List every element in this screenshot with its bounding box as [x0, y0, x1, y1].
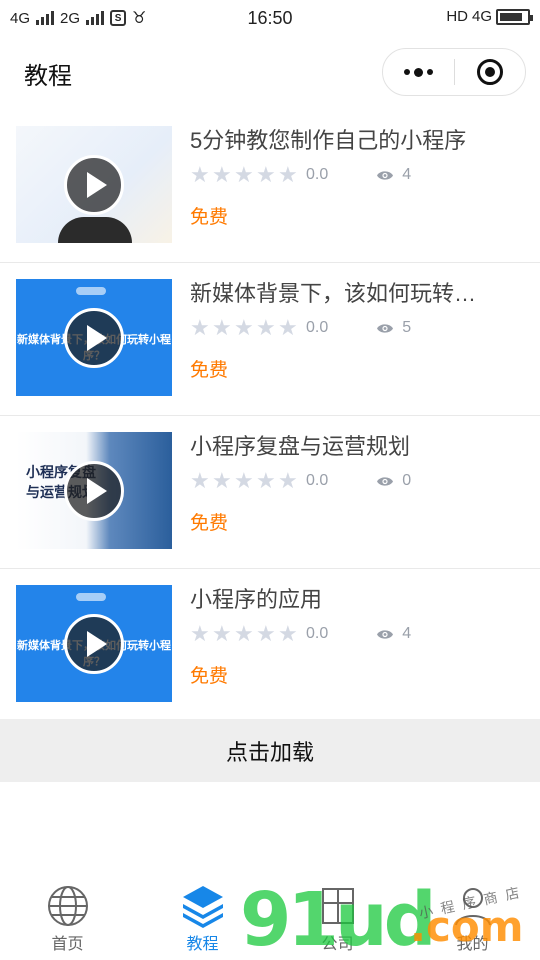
course-info: 小程序的应用 ★ ★ ★ ★ ★ 0.0 4 免费: [190, 585, 524, 722]
tab-bar: 首页 教程 公司 我的: [0, 870, 540, 960]
play-icon[interactable]: [64, 613, 124, 674]
title-bar: 教程: [0, 36, 540, 110]
star-icon: ★: [212, 468, 232, 493]
course-meta: ★ ★ ★ ★ ★ 0.0 5: [190, 317, 524, 339]
status-right: HD 4G: [446, 8, 533, 25]
star-icon: ★: [256, 468, 276, 493]
course-thumbnail[interactable]: 小程序复盘 与运营规划: [16, 432, 172, 549]
more-dots-icon: [403, 69, 410, 75]
miniprogram-capsule: [382, 48, 526, 96]
course-item[interactable]: 新媒体背景下，该如何玩转小程序？ 小程序的应用 ★★★★★ 0.0 4 免费: [0, 569, 540, 722]
star-icon: ★: [212, 162, 232, 187]
star-icon: ★: [212, 315, 232, 340]
star-icon: ★: [278, 162, 298, 187]
star-icon: ★: [278, 315, 298, 340]
course-meta: ★ ★ ★ ★ ★ 0.0 4: [190, 164, 524, 186]
star-rating: ★ ★ ★ ★ ★: [190, 621, 298, 646]
star-icon: ★: [234, 621, 254, 646]
tab-label-mine: 我的: [456, 936, 489, 953]
person-icon: [451, 884, 495, 928]
rating-value: 0.0: [306, 472, 329, 489]
course-list: 5分钟教您制作自己的小程序 ★ ★ ★ ★ ★ 0.0 4 免费 新媒体背景下，该如何玩…: [0, 110, 540, 722]
tab-mine[interactable]: 我的: [405, 870, 540, 960]
tab-company[interactable]: 公司: [270, 870, 405, 960]
tab-label-company: 公司: [321, 936, 354, 953]
view-count: 4: [402, 625, 412, 642]
star-icon: ★: [234, 468, 254, 493]
tab-tutorials[interactable]: 教程: [135, 870, 270, 960]
star-icon: ★: [190, 468, 210, 493]
tab-home[interactable]: 首页: [0, 870, 135, 960]
building-icon: [316, 884, 360, 928]
star-icon: ★: [190, 621, 210, 646]
thumbnail-logo: [76, 593, 106, 601]
course-thumbnail[interactable]: 新媒体背景下，该如何玩转小程序？: [16, 585, 172, 702]
course-title[interactable]: 小程序的应用: [190, 585, 524, 615]
course-info: 新媒体背景下，该如何玩转… ★ ★ ★ ★ ★ 0.0 5 免费: [190, 279, 524, 415]
network-label-3: 4G: [471, 8, 492, 25]
price-label: 免费: [190, 360, 229, 381]
play-icon[interactable]: [64, 154, 124, 215]
star-icon: ★: [234, 162, 254, 187]
hd-label: HD: [446, 8, 468, 25]
tab-label-tutorials: 教程: [186, 936, 219, 953]
more-menu-button[interactable]: [383, 49, 454, 95]
course-info: 5分钟教您制作自己的小程序 ★ ★ ★ ★ ★ 0.0 4 免费: [190, 126, 524, 262]
view-count: 0: [402, 472, 412, 489]
course-thumbnail[interactable]: 新媒体背景下，该如何玩转小程序？: [16, 279, 172, 396]
play-icon[interactable]: [64, 307, 124, 368]
course-item[interactable]: 5分钟教您制作自己的小程序 ★ ★ ★ ★ ★ 0.0 4 免费: [0, 110, 540, 263]
course-meta: ★ ★ ★ ★ ★ 0.0 0: [190, 470, 524, 492]
load-more-button[interactable]: 点击加载: [0, 719, 540, 782]
course-item[interactable]: 小程序复盘 与运营规划 小程序复盘与运营规划 ★ ★ ★ ★ ★ 0.0 0 免费: [0, 416, 540, 569]
eye-icon: [376, 476, 394, 487]
page-title: 教程: [24, 63, 72, 90]
course-meta: ★ ★ ★ ★ ★ 0.0 4: [190, 623, 524, 645]
star-icon: ★: [234, 315, 254, 340]
price-label: 免费: [190, 207, 229, 228]
view-count: 5: [402, 319, 412, 336]
rating-value: 0.0: [306, 625, 329, 642]
rating-value: 0.0: [306, 319, 329, 336]
star-icon: ★: [256, 162, 276, 187]
globe-icon: [46, 884, 90, 928]
battery-icon: [496, 8, 533, 25]
view-count: 4: [402, 166, 412, 183]
course-title[interactable]: 新媒体背景下，该如何玩转…: [190, 279, 524, 309]
star-icon: ★: [256, 315, 276, 340]
course-thumbnail[interactable]: [16, 126, 172, 243]
price-label: 免费: [190, 666, 229, 687]
star-icon: ★: [278, 621, 298, 646]
star-rating: ★ ★ ★ ★ ★: [190, 315, 298, 340]
eye-icon: [376, 170, 394, 181]
close-miniprogram-button[interactable]: [455, 49, 526, 95]
status-bar: 4G 2G S ♉ 16:50 HD 4G: [0, 0, 540, 36]
eye-icon: [376, 323, 394, 334]
course-title[interactable]: 小程序复盘与运营规划: [190, 432, 524, 462]
more-dots-icon-right: [426, 69, 433, 75]
star-icon: ★: [190, 162, 210, 187]
star-icon: ★: [212, 621, 232, 646]
star-icon: ★: [278, 468, 298, 493]
star-icon: ★: [190, 315, 210, 340]
play-icon[interactable]: [64, 460, 124, 521]
more-dots-icon-center: [413, 67, 423, 77]
course-item[interactable]: 新媒体背景下，该如何玩转小程序？ 新媒体背景下，该如何玩转… ★★★★★ 0.0…: [0, 263, 540, 416]
target-icon: [476, 59, 503, 85]
thumbnail-hands: [58, 217, 132, 243]
course-title[interactable]: 5分钟教您制作自己的小程序: [190, 126, 524, 156]
eye-icon: [376, 629, 394, 640]
thumbnail-logo: [76, 287, 106, 295]
tab-label-home: 首页: [51, 936, 84, 953]
course-info: 小程序复盘与运营规划 ★ ★ ★ ★ ★ 0.0 0 免费: [190, 432, 524, 568]
layers-icon: [181, 884, 225, 928]
star-icon: ★: [256, 621, 276, 646]
price-label: 免费: [190, 513, 229, 534]
star-rating: ★ ★ ★ ★ ★: [190, 162, 298, 187]
rating-value: 0.0: [306, 166, 329, 183]
star-rating: ★ ★ ★ ★ ★: [190, 468, 298, 493]
